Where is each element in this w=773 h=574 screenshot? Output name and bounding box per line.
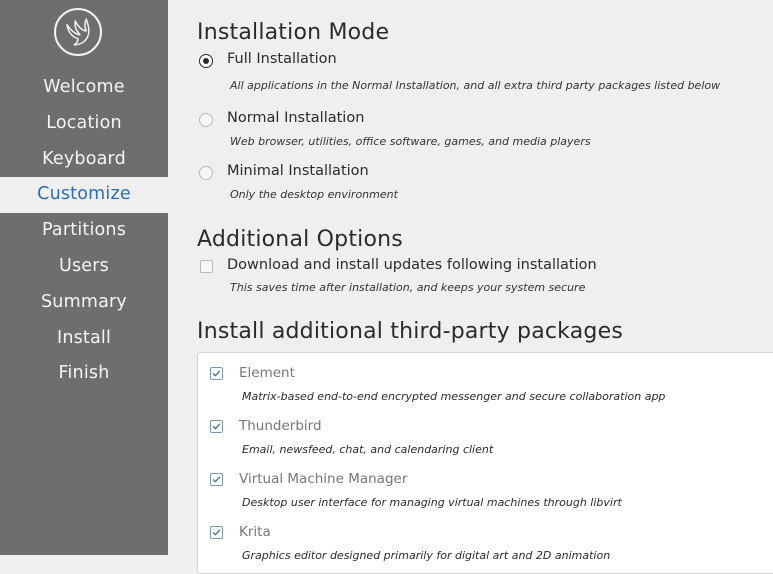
full-installation-radio[interactable]: [199, 54, 213, 68]
package-row-virtual-machine-manager: Virtual Machine Manager Desktop user int…: [198, 459, 773, 512]
bird-logo-icon: [54, 8, 102, 56]
normal-installation-desc: Web browser, utilities, office software,…: [230, 135, 591, 148]
additional-options-heading: Additional Options: [197, 227, 403, 252]
minimal-installation-label[interactable]: Minimal Installation: [227, 163, 369, 179]
third-party-package-list[interactable]: Element Matrix-based end-to-end encrypte…: [197, 352, 773, 574]
sidebar-item-install[interactable]: Install: [0, 321, 168, 357]
sidebar-item-summary[interactable]: Summary: [0, 285, 168, 321]
main-panel: Installation Mode Full Installation All …: [168, 0, 773, 574]
minimal-installation-radio[interactable]: [199, 166, 213, 180]
full-installation-desc: All applications in the Normal Installat…: [230, 79, 721, 92]
package-name[interactable]: Virtual Machine Manager: [239, 471, 407, 487]
sidebar: Welcome Location Keyboard Customize Part…: [0, 0, 168, 555]
sidebar-item-users[interactable]: Users: [0, 249, 168, 285]
sidebar-item-location[interactable]: Location: [0, 106, 168, 142]
thunderbird-checkbox[interactable]: [210, 420, 223, 433]
minimal-installation-desc: Only the desktop environment: [230, 188, 398, 201]
download-updates-desc: This saves time after installation, and …: [230, 281, 586, 294]
sidebar-item-welcome[interactable]: Welcome: [0, 70, 168, 106]
package-name[interactable]: Krita: [239, 524, 271, 540]
checkmark-icon: [212, 529, 221, 536]
third-party-heading: Install additional third-party packages: [197, 319, 623, 344]
package-row-element: Element Matrix-based end-to-end encrypte…: [198, 353, 773, 406]
package-desc: Graphics editor designed primarily for d…: [242, 549, 611, 562]
package-row-thunderbird: Thunderbird Email, newsfeed, chat, and c…: [198, 406, 773, 459]
package-desc: Email, newsfeed, chat, and calendaring c…: [242, 443, 494, 456]
package-name[interactable]: Thunderbird: [239, 418, 322, 434]
package-row-krita: Krita Graphics editor designed primarily…: [198, 512, 773, 565]
full-installation-label[interactable]: Full Installation: [227, 51, 337, 67]
sidebar-item-partitions[interactable]: Partitions: [0, 213, 168, 249]
sidebar-item-keyboard[interactable]: Keyboard: [0, 142, 168, 178]
checkmark-icon: [212, 423, 221, 430]
download-updates-checkbox[interactable]: [200, 260, 213, 273]
checkmark-icon: [212, 370, 221, 377]
package-desc: Desktop user interface for managing virt…: [242, 496, 622, 509]
sidebar-item-customize[interactable]: Customize: [0, 177, 168, 214]
checkmark-icon: [212, 476, 221, 483]
sidebar-nav: Welcome Location Keyboard Customize Part…: [0, 70, 168, 392]
package-desc: Matrix-based end-to-end encrypted messen…: [242, 390, 666, 403]
normal-installation-radio[interactable]: [199, 113, 213, 127]
download-updates-label[interactable]: Download and install updates following i…: [227, 257, 597, 273]
krita-checkbox[interactable]: [210, 526, 223, 539]
package-name[interactable]: Element: [239, 365, 295, 381]
normal-installation-label[interactable]: Normal Installation: [227, 110, 364, 126]
element-checkbox[interactable]: [210, 367, 223, 380]
virtual-machine-manager-checkbox[interactable]: [210, 473, 223, 486]
sidebar-item-finish[interactable]: Finish: [0, 356, 168, 392]
installation-mode-heading: Installation Mode: [197, 20, 390, 45]
